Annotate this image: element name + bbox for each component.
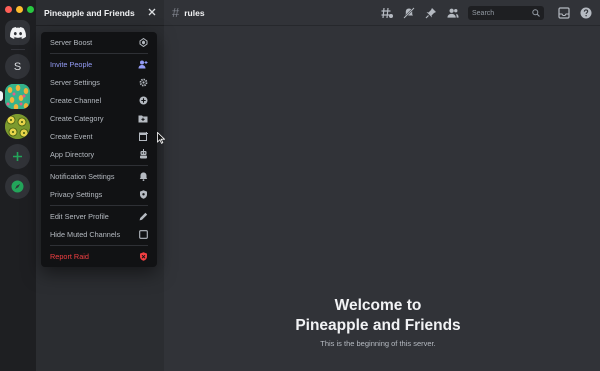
menu-item-notification-settings[interactable]: Notification Settings — [46, 168, 152, 184]
menu-item-label: Create Channel — [50, 95, 102, 105]
plus-icon — [13, 152, 22, 161]
menu-item-create-category[interactable]: Create Category — [46, 110, 152, 126]
calendar-plus-icon — [138, 131, 148, 141]
search-placeholder: Search — [472, 9, 495, 17]
window-zoom-button[interactable] — [27, 6, 34, 13]
menu-item-edit-server-profile[interactable]: Edit Server Profile — [46, 208, 152, 224]
close-icon[interactable] — [148, 7, 156, 19]
menu-separator — [50, 53, 148, 54]
member-list-icon[interactable] — [447, 7, 459, 19]
search-icon — [532, 4, 540, 22]
threads-icon[interactable] — [381, 7, 393, 19]
menu-item-label: Edit Server Profile — [50, 211, 109, 221]
inbox-icon[interactable] — [558, 7, 570, 19]
menu-item-hide-muted-channels[interactable]: Hide Muted Channels — [46, 226, 152, 242]
menu-item-label: Create Category — [50, 113, 104, 123]
menu-item-label: Invite People — [50, 59, 93, 69]
server-icon-s[interactable]: S — [5, 54, 30, 79]
menu-item-label: Server Boost — [50, 37, 93, 47]
channel-hash-icon: # — [172, 5, 180, 20]
server-icon-pineapple-and-friends[interactable] — [5, 84, 30, 109]
menu-item-label: Hide Muted Channels — [50, 229, 121, 239]
server-dropdown-menu: Server Boost Invite People Server Settin… — [41, 32, 157, 267]
add-person-icon — [138, 59, 148, 69]
rail-separator — [11, 49, 25, 50]
welcome-subtitle: This is the beginning of this server. — [320, 339, 436, 348]
pineapple-pattern-server-icon — [5, 84, 30, 109]
window-close-button[interactable] — [5, 6, 12, 13]
pineapple-slices-server-icon — [5, 114, 30, 139]
menu-item-server-boost[interactable]: Server Boost — [46, 34, 152, 50]
mute-bell-icon[interactable] — [403, 7, 415, 19]
boost-gem-icon — [138, 37, 148, 47]
window-controls — [5, 6, 34, 13]
server-icon-pineapple-slices[interactable] — [5, 114, 30, 139]
folder-plus-icon — [138, 113, 148, 123]
shield-icon — [138, 189, 148, 199]
welcome-heading-line1: Welcome to — [334, 297, 422, 314]
menu-item-label: Report Raid — [50, 251, 89, 261]
main-content: # rules Search Welcome to Pineapple and … — [164, 0, 600, 371]
selected-server-indicator — [0, 91, 3, 101]
server-name: Pineapple and Friends — [44, 7, 135, 18]
menu-separator — [50, 165, 148, 166]
topbar-toolbar: Search — [371, 0, 600, 26]
compass-icon — [11, 180, 24, 193]
help-icon[interactable] — [580, 7, 592, 19]
pencil-icon — [138, 211, 148, 221]
add-server-button[interactable] — [5, 144, 30, 169]
bell-icon — [138, 171, 148, 181]
server-header[interactable]: Pineapple and Friends — [36, 0, 164, 26]
channel-name: rules — [184, 7, 205, 18]
menu-item-app-directory[interactable]: App Directory — [46, 146, 152, 162]
server-rail: S — [0, 0, 36, 371]
gear-icon — [138, 77, 148, 87]
home-button[interactable] — [5, 20, 30, 45]
menu-item-invite-people[interactable]: Invite People — [46, 56, 152, 72]
menu-item-label: Server Settings — [50, 77, 100, 87]
window-minimize-button[interactable] — [16, 6, 23, 13]
menu-separator — [50, 245, 148, 246]
search-input[interactable]: Search — [468, 6, 544, 20]
menu-item-label: Create Event — [50, 131, 93, 141]
menu-item-label: Notification Settings — [50, 171, 115, 181]
menu-item-label: App Directory — [50, 149, 95, 159]
menu-separator — [50, 205, 148, 206]
menu-item-create-channel[interactable]: Create Channel — [46, 92, 152, 108]
mouse-cursor-icon — [157, 132, 165, 144]
discord-logo-icon — [9, 26, 26, 39]
welcome-message: Welcome to Pineapple and Friends This is… — [164, 296, 592, 348]
menu-item-label: Privacy Settings — [50, 189, 103, 199]
menu-item-privacy-settings[interactable]: Privacy Settings — [46, 186, 152, 202]
checkbox-icon[interactable] — [138, 229, 148, 239]
plus-circle-icon — [138, 95, 148, 105]
menu-item-create-event[interactable]: Create Event — [46, 128, 152, 144]
welcome-heading-line2: Pineapple and Friends — [295, 317, 461, 334]
explore-servers-button[interactable] — [5, 174, 30, 199]
pin-icon[interactable] — [425, 7, 437, 19]
channel-topbar: # rules Search — [164, 0, 600, 26]
robot-icon — [138, 149, 148, 159]
menu-item-report-raid[interactable]: Report Raid — [46, 248, 152, 264]
shield-alert-icon — [138, 251, 148, 261]
menu-item-server-settings[interactable]: Server Settings — [46, 74, 152, 90]
